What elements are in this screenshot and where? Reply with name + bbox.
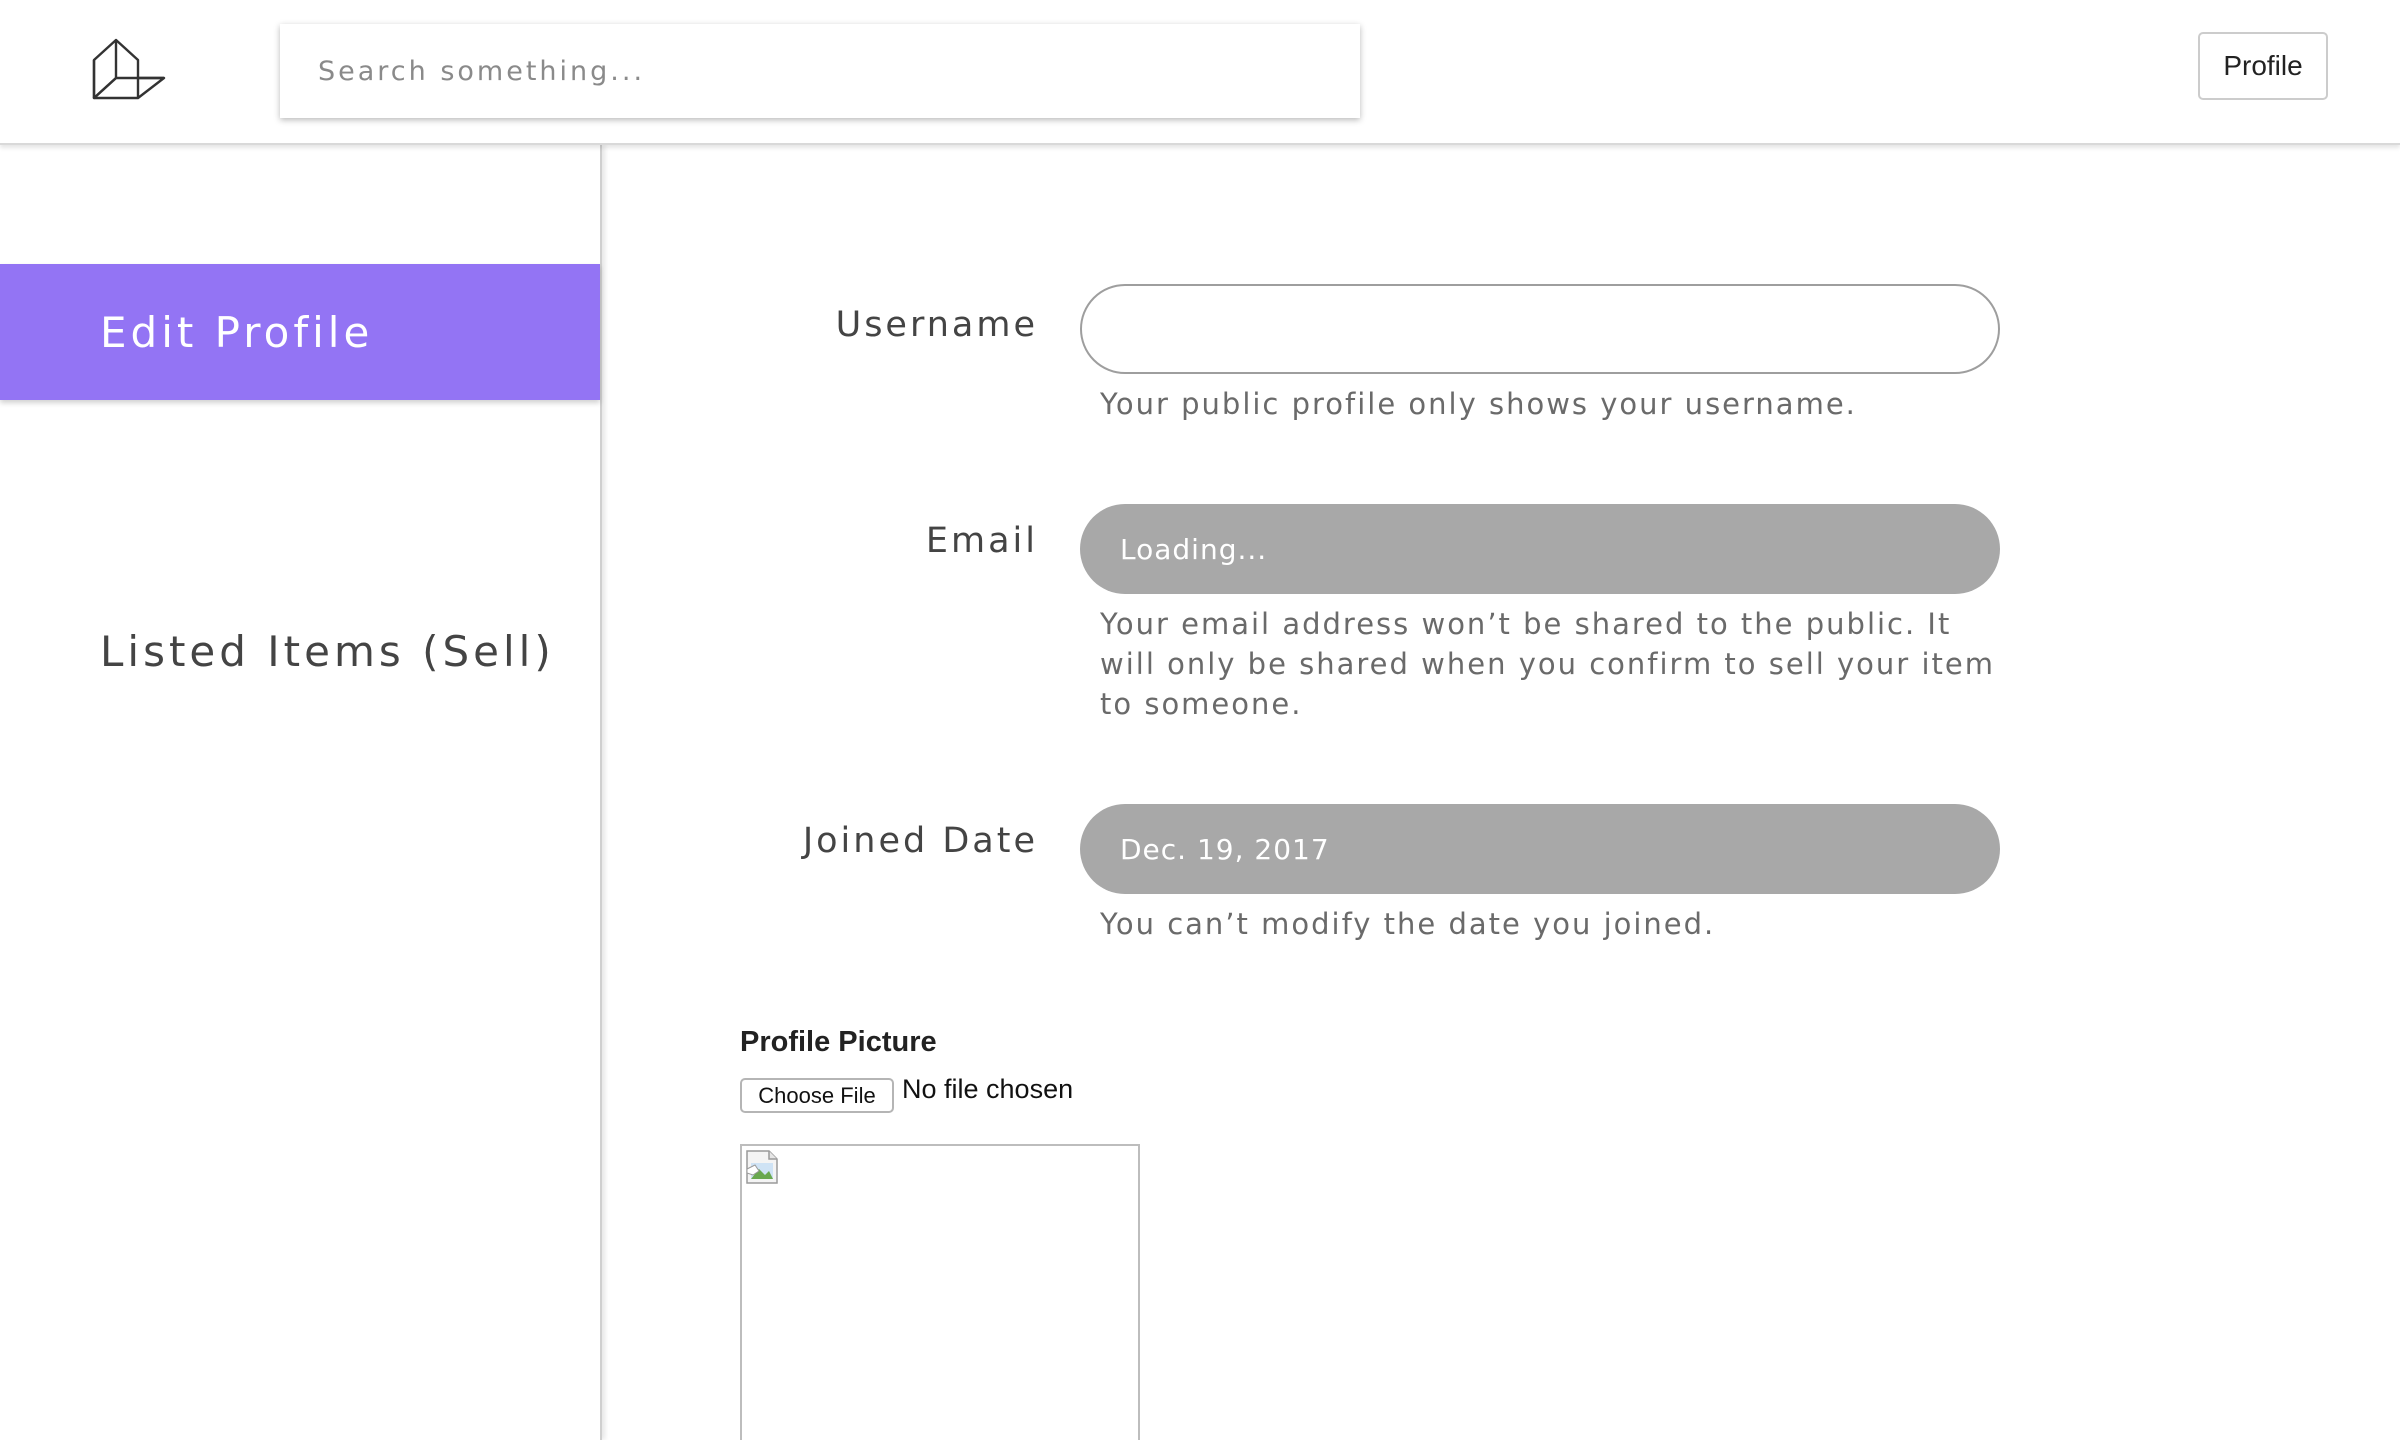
sidebar-item-listed-items[interactable]: Listed Items (Sell) bbox=[0, 583, 600, 719]
email-field: Loading... bbox=[1080, 504, 2000, 594]
top-header: Profile bbox=[0, 0, 2400, 145]
username-field[interactable] bbox=[1122, 311, 1958, 347]
sidebar-item-label: Edit Profile bbox=[100, 307, 374, 357]
joined-date-value: Dec. 19, 2017 bbox=[1120, 832, 1330, 866]
broken-image-icon bbox=[746, 1150, 778, 1184]
choose-file-button[interactable]: Choose File bbox=[740, 1078, 894, 1113]
username-label: Username bbox=[835, 305, 1038, 345]
file-status-text: No file chosen bbox=[902, 1074, 1074, 1104]
username-helper-text: Your public profile only shows your user… bbox=[1100, 387, 1857, 421]
joined-date-field: Dec. 19, 2017 bbox=[1080, 804, 2000, 894]
email-label: Email bbox=[925, 521, 1038, 561]
sidebar-item-label: Listed Items (Sell) bbox=[100, 626, 555, 676]
username-field-wrapper bbox=[1080, 284, 2000, 374]
search-box bbox=[280, 24, 1360, 118]
profile-picture-label: Profile Picture bbox=[740, 1026, 937, 1058]
joined-date-label: Joined Date bbox=[802, 821, 1038, 861]
joined-date-helper-text: You can’t modify the date you joined. bbox=[1100, 907, 1716, 941]
email-helper-text: Your email address won’t be shared to th… bbox=[1100, 607, 1995, 721]
search-input[interactable] bbox=[280, 24, 1360, 118]
email-value: Loading... bbox=[1120, 532, 1268, 566]
cube-outline-icon[interactable] bbox=[90, 34, 170, 110]
profile-button[interactable]: Profile bbox=[2198, 32, 2328, 100]
sidebar: Edit Profile Listed Items (Sell) bbox=[0, 145, 602, 1440]
sidebar-item-edit-profile[interactable]: Edit Profile bbox=[0, 264, 600, 400]
profile-picture-preview bbox=[740, 1144, 1140, 1440]
